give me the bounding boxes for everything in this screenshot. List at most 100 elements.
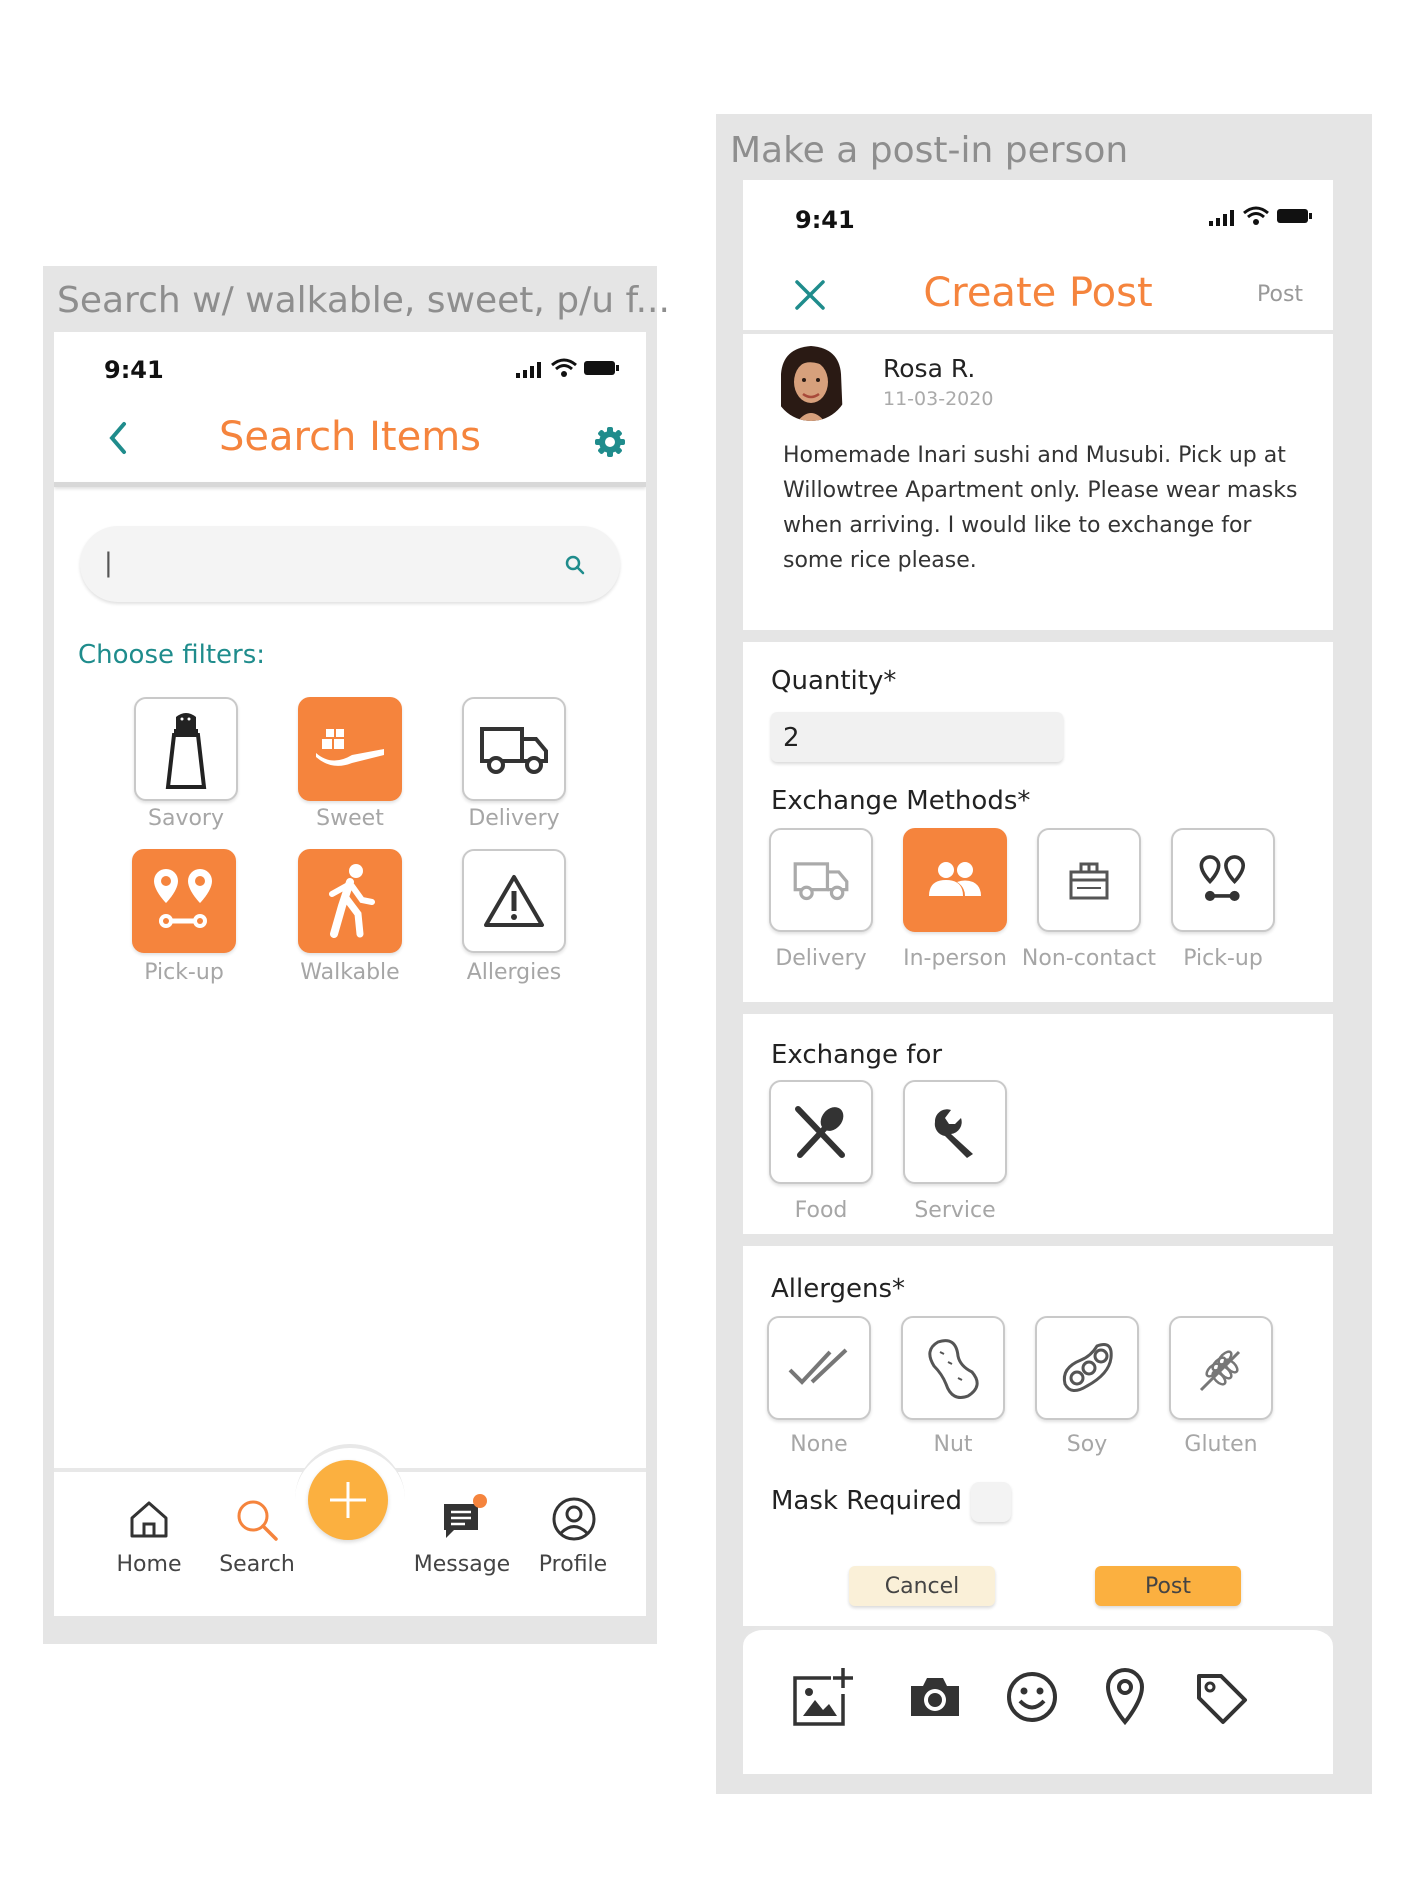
filter-label: Allergies [466, 960, 562, 985]
package-icon [1069, 862, 1109, 900]
search-input[interactable]: | [80, 526, 620, 602]
filter-sweet[interactable] [298, 697, 402, 801]
soybean-icon [1062, 1343, 1113, 1392]
mask-required-checkbox[interactable] [971, 1482, 1011, 1522]
post-button[interactable]: Post [1095, 1566, 1241, 1606]
filter-delivery[interactable] [462, 697, 566, 801]
cancel-button[interactable]: Cancel [849, 1566, 995, 1606]
frame-title: Search w/ walkable, sweet, p/u f... [57, 280, 670, 321]
method-delivery[interactable] [769, 828, 873, 932]
allergen-soy[interactable] [1035, 1316, 1139, 1420]
exchange-for-item-label: Service [914, 1198, 996, 1223]
add-post-button[interactable] [308, 1460, 388, 1540]
header-divider [54, 482, 646, 487]
pickup-pins-icon [1199, 855, 1246, 901]
allergen-gluten[interactable] [1169, 1316, 1273, 1420]
create-post-frame: Make a post-in person 9:41 Create Post P… [716, 114, 1372, 1794]
people-icon [929, 862, 981, 896]
exchange-food[interactable] [769, 1080, 873, 1184]
method-pickup[interactable] [1171, 828, 1275, 932]
check-icon [788, 1348, 848, 1385]
method-in-person[interactable] [903, 828, 1007, 932]
wifi-icon [551, 358, 577, 377]
warning-icon [484, 875, 544, 927]
home-icon [130, 1501, 168, 1538]
create-post-header: 9:41 Create Post Post [743, 180, 1333, 330]
user-name: Rosa R. [883, 354, 976, 383]
allergen-nut[interactable] [901, 1316, 1005, 1420]
quantity-value: 2 [783, 723, 800, 753]
exchange-methods-section: Quantity* 2 Exchange Methods* Delivery I… [743, 642, 1333, 1002]
allergens-section: Allergens* None Nut Soy Gluten Mask Requ… [743, 1246, 1333, 1626]
add-image-icon[interactable] [791, 1666, 855, 1728]
walking-icon [329, 864, 375, 938]
wifi-icon [1243, 206, 1269, 225]
filter-label: Pick-up [144, 960, 224, 985]
status-time: 9:41 [104, 356, 164, 384]
exchange-for-section: Exchange for Food Service [743, 1014, 1333, 1234]
nav-home-label: Home [116, 1552, 182, 1577]
gear-icon[interactable] [594, 426, 626, 458]
filter-label: Sweet [316, 806, 384, 831]
exchange-service[interactable] [903, 1080, 1007, 1184]
peanut-icon [928, 1339, 979, 1399]
post-info-section: Rosa R. 11-03-2020 Homemade Inari sushi … [743, 334, 1333, 630]
utensils-icon [795, 1106, 845, 1158]
wrench-icon [934, 1109, 973, 1158]
search-frame: Search w/ walkable, sweet, p/u f... 9:41… [43, 266, 670, 1644]
nav-home[interactable]: Home [94, 1492, 204, 1602]
frame-title: Make a post-in person [730, 130, 1129, 171]
page-title: Search Items [218, 414, 482, 460]
post-text: Homemade Inari sushi and Musubi. Pick up… [783, 443, 1298, 573]
avatar[interactable] [773, 344, 849, 422]
filter-pickup[interactable] [132, 849, 236, 953]
post-date: 11-03-2020 [883, 388, 994, 410]
profile-icon [552, 1497, 596, 1541]
status-time: 9:41 [795, 206, 855, 234]
filter-label: Delivery [468, 806, 560, 831]
filter-walkable[interactable] [298, 849, 402, 953]
search-screen: 9:41 Search Items | Choose filters: Savo… [54, 332, 646, 1616]
plus-icon [330, 1482, 366, 1518]
quantity-input[interactable]: 2 [771, 712, 1063, 762]
filter-allergies[interactable] [462, 849, 566, 953]
search-icon[interactable] [564, 554, 586, 576]
truck-icon [793, 862, 849, 901]
wheat-icon [1199, 1350, 1241, 1392]
tag-icon[interactable] [1193, 1670, 1249, 1726]
salt-shaker-icon [165, 713, 207, 789]
allergen-label: Gluten [1184, 1432, 1258, 1457]
method-label: Pick-up [1183, 946, 1263, 971]
camera-icon[interactable] [907, 1674, 963, 1720]
header-post-link[interactable]: Post [1257, 282, 1303, 307]
pickup-pins-icon [154, 869, 212, 928]
exchange-methods-label: Exchange Methods* [771, 786, 1031, 816]
nav-message-label: Message [413, 1552, 511, 1577]
quantity-label: Quantity* [771, 666, 897, 696]
battery-icon [1277, 209, 1312, 223]
nav-message[interactable]: Message [402, 1492, 522, 1602]
mask-required-label: Mask Required [771, 1486, 962, 1516]
nav-profile[interactable]: Profile [518, 1492, 628, 1602]
filter-label: Walkable [300, 960, 400, 985]
exchange-for-label: Exchange for [771, 1040, 943, 1070]
signal-icon [516, 362, 541, 378]
page-title: Create Post [923, 270, 1153, 316]
truck-icon [480, 727, 548, 774]
post-toolbar [743, 1626, 1333, 1774]
nav-profile-label: Profile [538, 1552, 608, 1577]
method-non-contact[interactable] [1037, 828, 1141, 932]
allergen-none[interactable] [767, 1316, 871, 1420]
emoji-icon[interactable] [1005, 1670, 1059, 1724]
allergens-label: Allergens* [771, 1274, 905, 1304]
nav-search[interactable]: Search [202, 1492, 312, 1602]
sweet-icon [316, 729, 384, 766]
message-icon [444, 1494, 487, 1538]
search-icon [237, 1500, 278, 1541]
nav-search-label: Search [219, 1552, 295, 1577]
filter-label: Savory [148, 806, 224, 831]
filter-savory[interactable] [134, 697, 238, 801]
filters-label: Choose filters: [78, 640, 266, 670]
search-value: | [104, 548, 113, 578]
location-pin-icon[interactable] [1103, 1666, 1147, 1726]
